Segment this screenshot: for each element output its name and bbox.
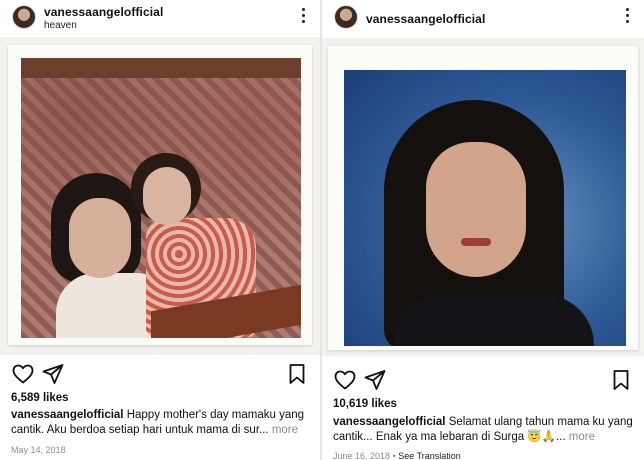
more-link[interactable]: more (272, 424, 298, 436)
post-date: May 14, 2018 (11, 445, 66, 455)
post-image[interactable] (322, 38, 644, 356)
caption: vanessaangelofficial Happy mother's day … (11, 408, 312, 438)
likes-count[interactable]: 6,589 likes (11, 392, 69, 404)
send-icon[interactable] (41, 362, 65, 386)
location[interactable]: heaven (44, 20, 77, 31)
more-vertical-icon[interactable] (626, 8, 630, 24)
heart-icon[interactable] (11, 362, 35, 386)
bookmark-icon[interactable] (285, 362, 309, 386)
action-bar (322, 368, 644, 394)
caption-username[interactable]: vanessaangelofficial (11, 409, 124, 421)
send-icon[interactable] (363, 368, 387, 392)
post-header: vanessaangelofficial heaven (0, 0, 320, 34)
caption-username[interactable]: vanessaangelofficial (333, 416, 446, 428)
more-link[interactable]: more (569, 431, 595, 443)
bookmark-icon[interactable] (609, 368, 633, 392)
username[interactable]: vanessaangelofficial (366, 12, 485, 26)
action-bar (0, 362, 320, 388)
date-text: June 16, 2018 (333, 451, 391, 460)
polaroid-frame (8, 45, 312, 345)
caption: vanessaangelofficial Selamat ulang tahun… (333, 415, 636, 445)
likes-count[interactable]: 10,619 likes (333, 398, 397, 410)
post-date: June 16, 2018 • See Translation (333, 451, 461, 460)
post-header: vanessaangelofficial (322, 0, 644, 34)
left-post: vanessaangelofficial heaven 6,589 likes … (0, 0, 320, 460)
avatar[interactable] (334, 5, 358, 29)
username[interactable]: vanessaangelofficial (44, 5, 163, 19)
more-vertical-icon[interactable] (302, 8, 306, 24)
mother-daughter-photo (21, 58, 301, 338)
date-separator: • (390, 451, 399, 460)
see-translation-link[interactable]: See Translation (398, 451, 461, 460)
avatar[interactable] (12, 5, 36, 29)
polaroid-frame (328, 46, 638, 350)
right-post: vanessaangelofficial 10,619 likes vaness… (322, 0, 644, 460)
heart-icon[interactable] (333, 368, 357, 392)
portrait-photo (344, 70, 626, 346)
post-image[interactable] (0, 37, 320, 355)
